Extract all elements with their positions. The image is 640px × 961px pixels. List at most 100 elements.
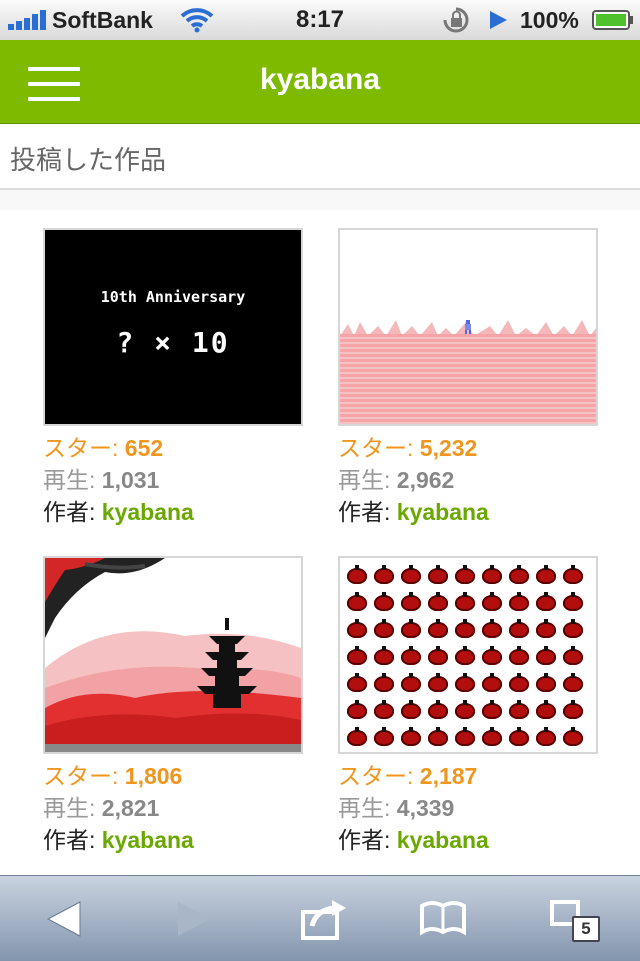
- pumpkin-tile: [373, 727, 395, 747]
- share-icon[interactable]: [298, 894, 348, 944]
- work-thumbnail[interactable]: 10th Anniversary ? × 10: [43, 228, 303, 426]
- pumpkin-tile: [454, 592, 476, 612]
- work-thumbnail[interactable]: [338, 228, 598, 426]
- pumpkin-tile: [400, 673, 422, 693]
- star-row: スター: 652: [43, 432, 303, 464]
- pumpkin-tile: [562, 646, 584, 666]
- play-label: 再生:: [43, 795, 102, 821]
- works-grid: 10th Anniversary ? × 10 スター: 652 再生: 1,0…: [0, 210, 640, 875]
- pumpkin-tile: [400, 619, 422, 639]
- pumpkin-tile: [508, 646, 530, 666]
- star-count: 5,232: [419, 435, 478, 461]
- pumpkin-tile: [508, 700, 530, 720]
- pumpkin-tile: [481, 673, 503, 693]
- star-count: 2,187: [419, 763, 478, 789]
- tabs-icon[interactable]: 5: [548, 894, 600, 944]
- work-thumbnail[interactable]: [43, 556, 303, 754]
- back-icon[interactable]: [40, 894, 90, 944]
- author-label: 作者:: [338, 827, 397, 853]
- work-thumbnail[interactable]: [338, 556, 598, 754]
- work-card[interactable]: 10th Anniversary ? × 10 スター: 652 再生: 1,0…: [43, 228, 303, 528]
- app-header: kyabana: [0, 40, 640, 124]
- star-label: スター:: [43, 763, 125, 789]
- pumpkin-tile: [427, 646, 449, 666]
- status-bar: SoftBank 8:17 100%: [0, 0, 640, 41]
- rotation-lock-icon: [443, 7, 469, 33]
- pumpkin-tile: [400, 592, 422, 612]
- star-count: 652: [124, 435, 164, 461]
- pumpkin-tile: [562, 727, 584, 747]
- work-card[interactable]: スター: 5,232 再生: 2,962 作者: kyabana: [338, 228, 598, 528]
- pumpkin-tile: [427, 619, 449, 639]
- author-link[interactable]: kyabana: [102, 827, 194, 853]
- pumpkin-tile: [562, 592, 584, 612]
- pumpkin-tile: [427, 673, 449, 693]
- pumpkin-tile: [454, 646, 476, 666]
- bookmarks-icon[interactable]: [418, 894, 468, 944]
- play-row: 再生: 1,031: [43, 464, 303, 496]
- pumpkin-tile: [508, 727, 530, 747]
- pumpkin-tile: [400, 565, 422, 585]
- pumpkin-tile: [535, 592, 557, 612]
- pumpkin-tile: [346, 646, 368, 666]
- pumpkin-tile: [346, 565, 368, 585]
- author-link[interactable]: kyabana: [397, 499, 489, 525]
- star-count: 1,806: [124, 763, 183, 789]
- pumpkin-tile: [508, 673, 530, 693]
- star-row: スター: 1,806: [43, 760, 303, 792]
- author-label: 作者:: [43, 499, 102, 525]
- work-card[interactable]: スター: 1,806 再生: 2,821 作者: kyabana: [43, 556, 303, 856]
- pumpkin-tile: [400, 727, 422, 747]
- figure-art: [465, 320, 471, 334]
- pumpkin-tile: [400, 700, 422, 720]
- author-row: 作者: kyabana: [338, 824, 598, 856]
- pumpkin-tile: [481, 592, 503, 612]
- pumpkin-tile: [427, 565, 449, 585]
- pumpkin-tile: [373, 673, 395, 693]
- pumpkin-tile: [346, 592, 368, 612]
- play-label: 再生:: [338, 467, 397, 493]
- pumpkin-tile: [535, 700, 557, 720]
- pumpkin-tile: [535, 646, 557, 666]
- pumpkin-tile: [427, 700, 449, 720]
- sea-art: [340, 334, 596, 424]
- author-link[interactable]: kyabana: [397, 827, 489, 853]
- author-link[interactable]: kyabana: [102, 499, 194, 525]
- pumpkin-tile: [346, 700, 368, 720]
- pumpkin-tile: [481, 619, 503, 639]
- browser-toolbar: 5: [0, 875, 640, 961]
- pumpkin-tile: [562, 700, 584, 720]
- pumpkin-tile: [454, 673, 476, 693]
- thumbnail-caption: ? × 10: [116, 326, 230, 359]
- author-label: 作者:: [43, 827, 102, 853]
- forward-icon[interactable]: [168, 894, 218, 944]
- play-label: 再生:: [43, 467, 102, 493]
- pumpkin-tile: [481, 646, 503, 666]
- thumbnail-caption: 10th Anniversary: [100, 288, 246, 306]
- pumpkin-tile: [481, 565, 503, 585]
- pumpkin-tile: [562, 673, 584, 693]
- pumpkin-tile: [508, 565, 530, 585]
- pumpkin-tile: [535, 619, 557, 639]
- star-label: スター:: [338, 435, 420, 461]
- author-label: 作者:: [338, 499, 397, 525]
- author-row: 作者: kyabana: [43, 824, 303, 856]
- section-header: 投稿した作品: [0, 124, 640, 190]
- pumpkin-tile: [427, 592, 449, 612]
- section-title: 投稿した作品: [10, 145, 167, 175]
- play-row: 再生: 2,962: [338, 464, 598, 496]
- play-row: 再生: 2,821: [43, 792, 303, 824]
- pumpkin-tile: [535, 565, 557, 585]
- pumpkin-tile: [373, 565, 395, 585]
- pumpkin-grid-art: [344, 562, 587, 751]
- play-count: 4,339: [396, 795, 455, 821]
- star-row: スター: 5,232: [338, 432, 598, 464]
- pumpkin-tile: [454, 700, 476, 720]
- pumpkin-tile: [454, 619, 476, 639]
- pumpkin-tile: [346, 673, 368, 693]
- star-label: スター:: [338, 763, 420, 789]
- author-row: 作者: kyabana: [338, 496, 598, 528]
- pumpkin-tile: [562, 565, 584, 585]
- pumpkin-tile: [346, 619, 368, 639]
- work-card[interactable]: スター: 2,187 再生: 4,339 作者: kyabana: [338, 556, 598, 856]
